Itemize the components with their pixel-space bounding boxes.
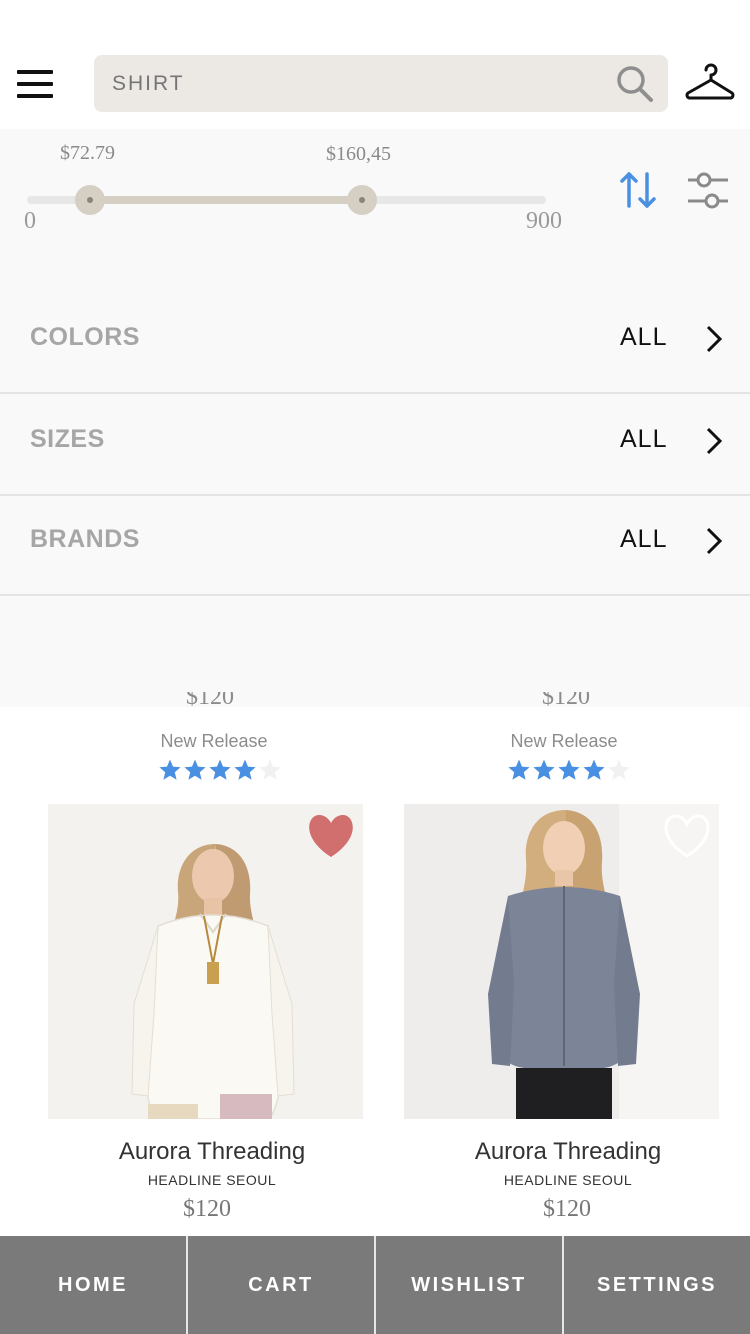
filter-value: ALL [620, 323, 668, 351]
nav-wishlist[interactable]: WISHLIST [376, 1236, 564, 1334]
heart-icon[interactable] [662, 813, 712, 859]
search-bar[interactable] [94, 55, 668, 112]
search-input[interactable] [112, 67, 592, 101]
star-icon [234, 759, 256, 780]
star-icon [558, 759, 580, 780]
bottom-nav-bar: HOME CART WISHLIST SETTINGS [0, 1236, 750, 1334]
star-icon [608, 759, 630, 780]
filter-label: BRANDS [30, 525, 140, 553]
star-icon [159, 759, 181, 780]
product-tag: New Release [510, 731, 618, 751]
nav-home[interactable]: HOME [0, 1236, 188, 1334]
product-title[interactable]: Aurora Threading [398, 1138, 738, 1166]
price-range-min: 0 [24, 208, 36, 234]
product-brand: HEADLINE SEOUL [503, 1172, 633, 1188]
heart-icon[interactable] [306, 813, 356, 859]
rating-stars [158, 758, 282, 784]
product-price: $120 [543, 1196, 591, 1222]
nav-settings[interactable]: SETTINGS [564, 1236, 750, 1334]
star-icon [508, 759, 530, 780]
chevron-right-icon [706, 325, 723, 353]
filter-value: ALL [620, 425, 668, 453]
rating-stars [507, 758, 631, 784]
product-price: $120 [183, 1196, 231, 1222]
filter-row-brands[interactable]: BRANDS ALL [0, 495, 750, 596]
product-brand: HEADLINE SEOUL [147, 1172, 277, 1188]
hamburger-menu-icon[interactable] [17, 70, 53, 98]
hanger-icon[interactable] [684, 60, 736, 104]
sort-arrows-icon[interactable] [618, 170, 658, 210]
price-min-label: $72.79 [60, 142, 115, 164]
chevron-right-icon [706, 427, 723, 455]
star-icon [583, 759, 605, 780]
filter-row-sizes[interactable]: SIZES ALL [0, 395, 750, 496]
price-max-label: $160,45 [326, 143, 391, 165]
price-slider-min-handle[interactable] [75, 185, 105, 215]
chevron-right-icon [706, 527, 723, 555]
filter-label: SIZES [30, 425, 105, 453]
top-header [0, 0, 750, 129]
product-price: $120 [542, 692, 590, 707]
product-price: $120 [186, 692, 234, 707]
product-tag: New Release [160, 731, 268, 751]
sliders-adjust-icon[interactable] [686, 169, 730, 213]
price-slider-max-handle[interactable] [347, 185, 377, 215]
filter-value: ALL [620, 525, 668, 553]
star-icon [533, 759, 555, 780]
filter-row-colors[interactable]: COLORS ALL [0, 293, 750, 394]
star-icon [184, 759, 206, 780]
star-icon [209, 759, 231, 780]
price-range-max: 900 [526, 208, 562, 234]
search-icon[interactable] [614, 63, 656, 105]
filter-label: COLORS [30, 323, 140, 351]
star-icon [259, 759, 281, 780]
price-slider-range [89, 196, 362, 204]
product-title[interactable]: Aurora Threading [42, 1138, 382, 1166]
nav-cart[interactable]: CART [188, 1236, 376, 1334]
